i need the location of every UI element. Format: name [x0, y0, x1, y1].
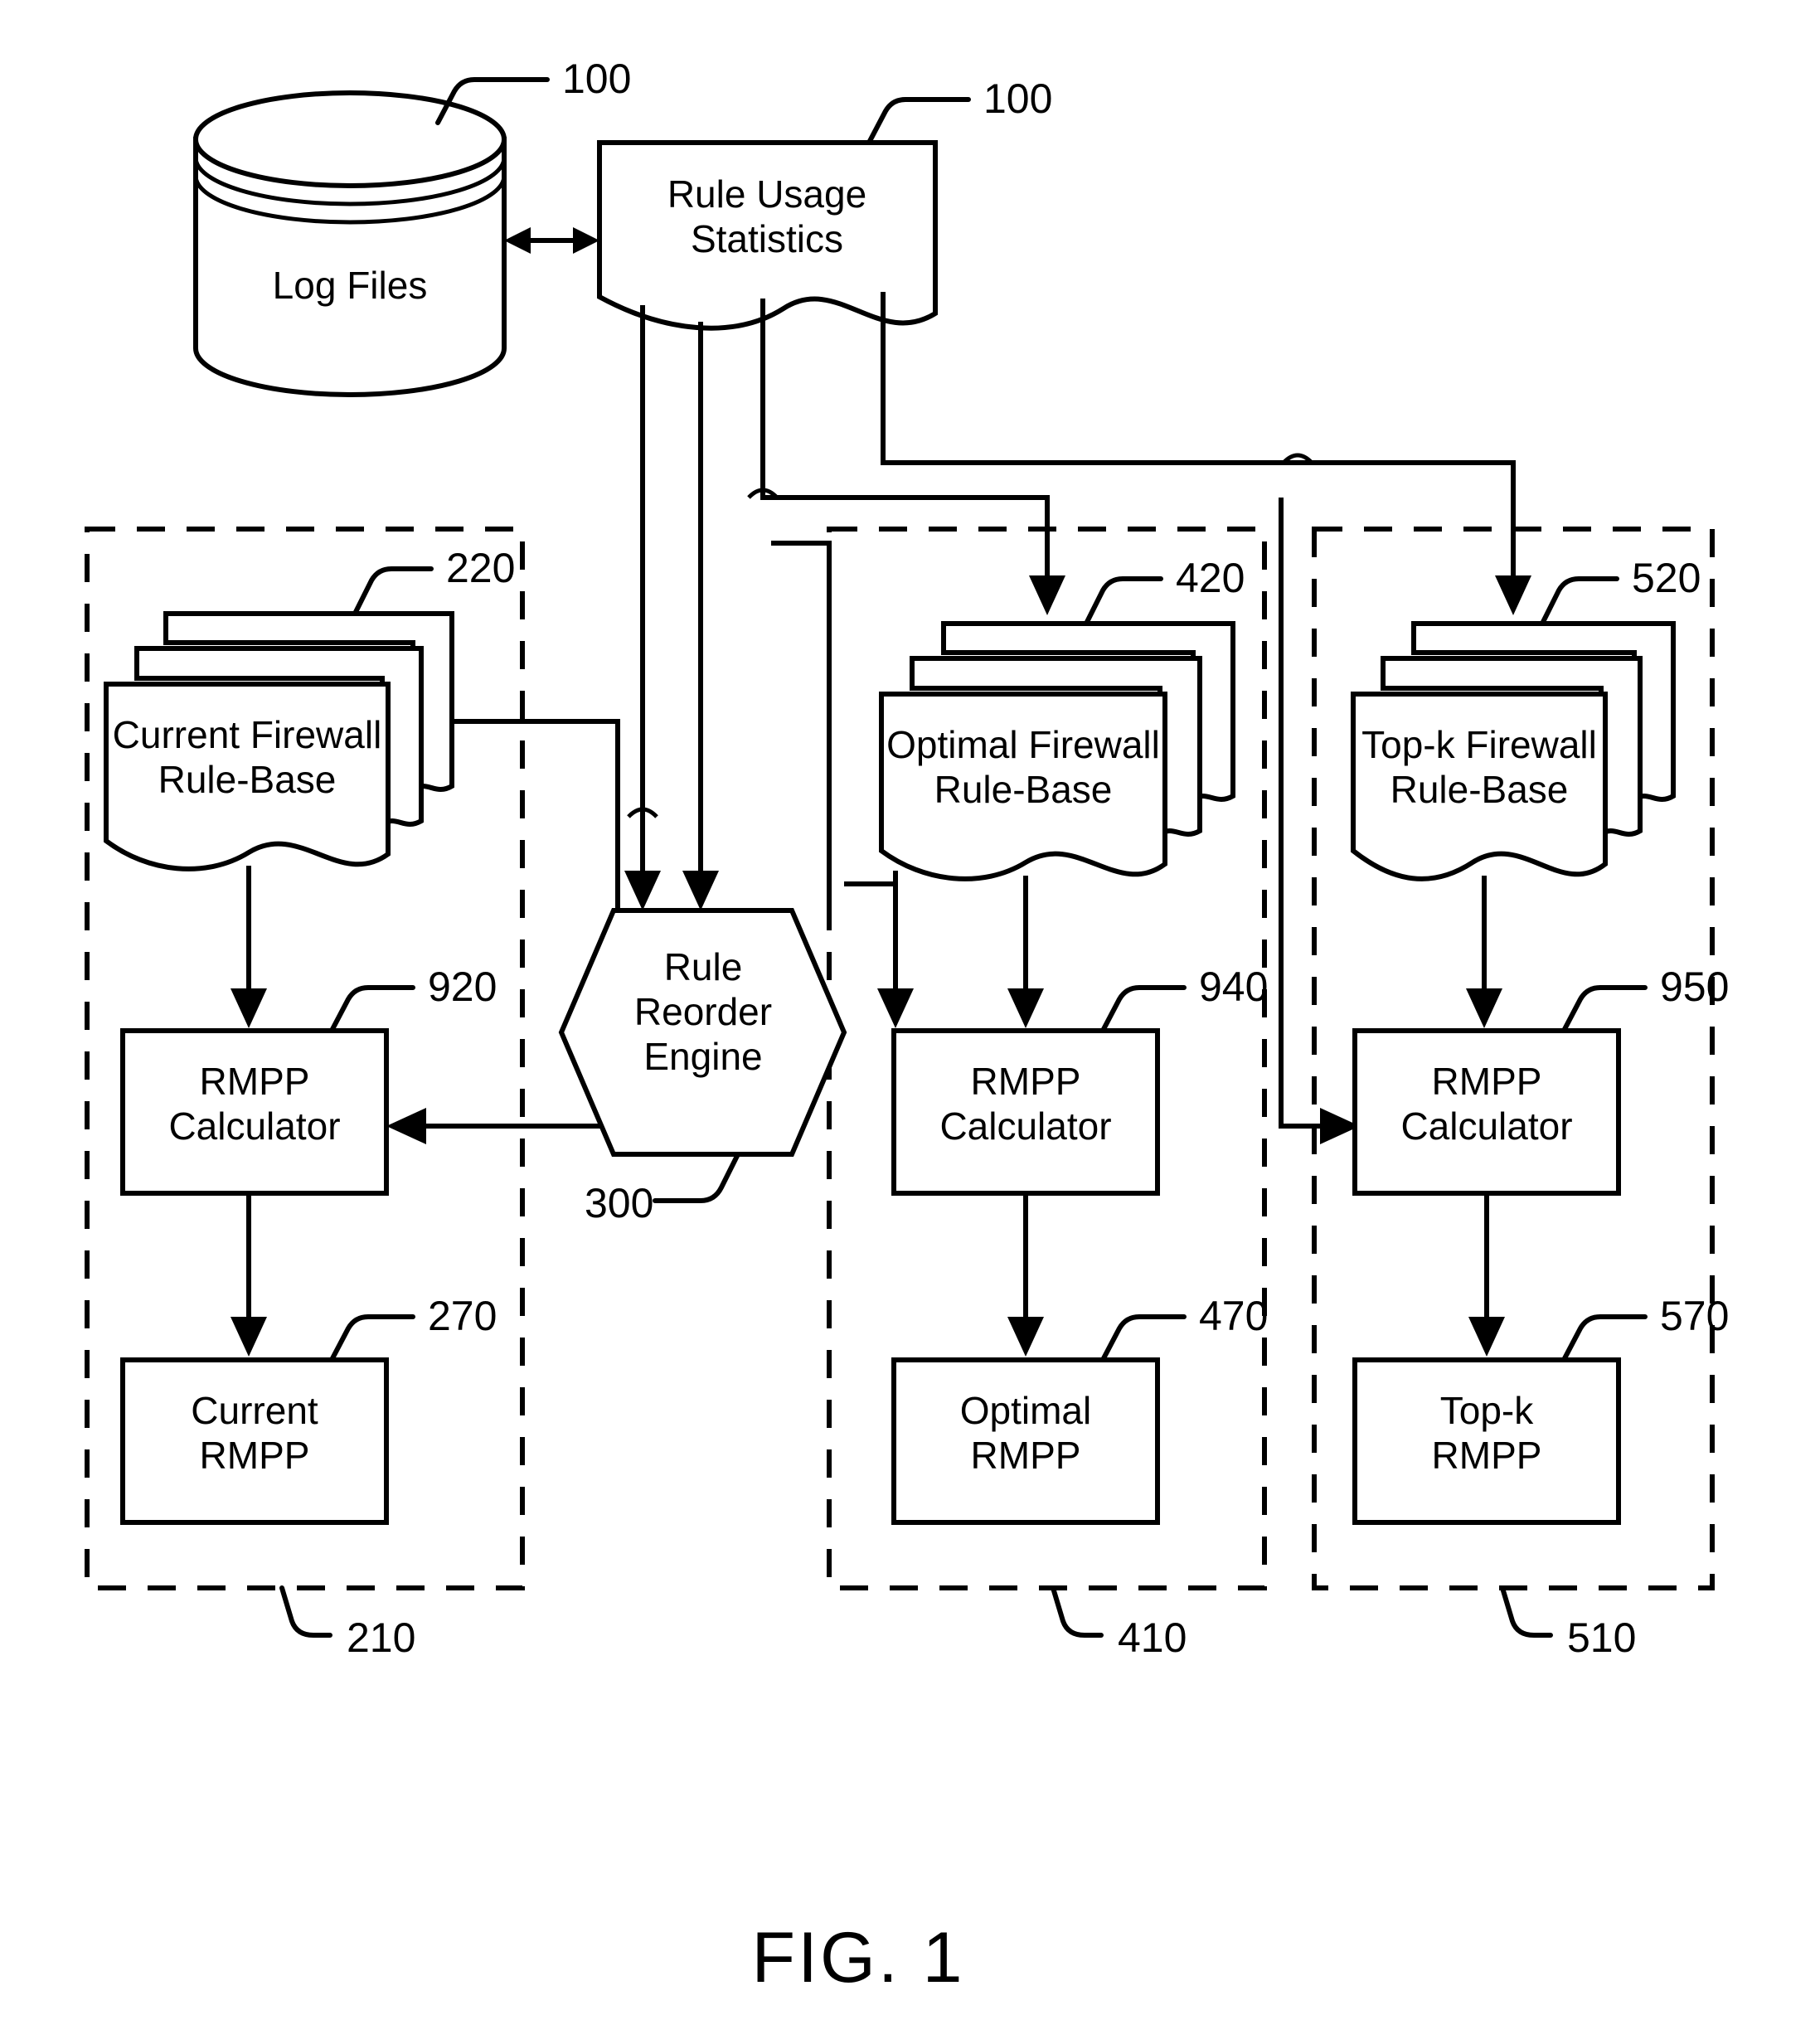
ref-570: 570 — [1660, 1293, 1729, 1339]
leader-line-510 — [1500, 1585, 1553, 1638]
wire-bus-to-topk-calc — [1279, 498, 1328, 1129]
optimal-firewall-rule-base-label-line1: Optimal Firewall — [886, 723, 1160, 766]
topk-firewall-rule-base-label-line1: Top-k Firewall — [1361, 723, 1597, 766]
log-files-label: Log Files — [273, 264, 428, 307]
optimal-firewall-rule-base-node: Optimal Firewall Rule-Base — [879, 621, 1235, 881]
ref-950: 950 — [1660, 964, 1729, 1010]
topk-firewall-rule-base-label-line2: Rule-Base — [1390, 768, 1569, 811]
optimal-rmpp-result-label-line2: RMPP — [971, 1434, 1081, 1477]
wire-stats-to-topk-rulebase — [881, 292, 1516, 580]
ref-300: 300 — [585, 1180, 653, 1226]
ref-210: 210 — [347, 1614, 415, 1661]
optimal-rmpp-result-label-line1: Optimal — [960, 1389, 1091, 1432]
leader-line-920 — [329, 985, 415, 1033]
ref-920: 920 — [428, 964, 497, 1010]
current-firewall-rule-base-label-line2: Rule-Base — [158, 758, 337, 801]
topk-rmpp-result-label-line1: Top-k — [1440, 1389, 1534, 1432]
log-files-node: Log Files — [193, 90, 507, 397]
optimal-rmpp-calculator-label-line2: Calculator — [939, 1105, 1111, 1148]
ref-420: 420 — [1176, 555, 1245, 601]
wire-current-rulebase-to-reorder — [452, 719, 620, 817]
leader-line-210 — [279, 1585, 332, 1638]
wire-optimal-rulebase-to-reorder — [771, 541, 832, 910]
ref-270: 270 — [428, 1293, 497, 1339]
current-rmpp-result-label-line1: Current — [191, 1389, 318, 1432]
optimal-firewall-rule-base-label-line2: Rule-Base — [934, 768, 1113, 811]
leader-line-410 — [1051, 1585, 1104, 1638]
leader-line-rule-usage-statistics — [866, 97, 971, 145]
optimal-rmpp-calculator-node: RMPP Calculator — [891, 1028, 1160, 1196]
ref-100-rule-usage-statistics: 100 — [983, 75, 1052, 122]
current-rmpp-result-label-line2: RMPP — [200, 1434, 310, 1477]
leader-line-300 — [653, 1152, 740, 1203]
ref-220: 220 — [446, 545, 515, 591]
patent-figure: Log Files 100 Rule Usage Statistics 100 … — [0, 0, 1820, 2044]
topk-firewall-rule-base-node: Top-k Firewall Rule-Base — [1351, 621, 1676, 881]
leader-line-520 — [1540, 576, 1619, 626]
topk-rmpp-result-label-line2: RMPP — [1432, 1434, 1542, 1477]
current-firewall-rule-base-label-line1: Current Firewall — [113, 713, 382, 756]
topk-rmpp-calculator-label-line2: Calculator — [1400, 1105, 1572, 1148]
leader-line-940 — [1100, 985, 1187, 1033]
leader-line-950 — [1561, 985, 1648, 1033]
topk-rmpp-calculator-label-line1: RMPP — [1432, 1060, 1542, 1103]
current-rmpp-result-node: Current RMPP — [120, 1357, 389, 1525]
ref-410: 410 — [1118, 1614, 1187, 1661]
topk-rmpp-result-node: Top-k RMPP — [1352, 1357, 1621, 1525]
leader-line-270 — [329, 1314, 415, 1362]
arrow-logfiles-to-statistics — [504, 227, 599, 254]
ref-510: 510 — [1567, 1614, 1636, 1661]
rule-usage-statistics-label-line1: Rule Usage — [667, 172, 866, 216]
current-firewall-rule-base-node: Current Firewall Rule-Base — [104, 611, 454, 871]
rule-reorder-engine-label-line2: Reorder — [634, 990, 772, 1033]
current-rmpp-calculator-label-line1: RMPP — [200, 1060, 310, 1103]
rule-reorder-engine-node: Rule Reorder Engine — [558, 908, 847, 1157]
leader-line-220 — [352, 566, 434, 616]
ref-520: 520 — [1632, 555, 1701, 601]
current-rmpp-calculator-label-line2: Calculator — [168, 1105, 340, 1148]
ref-470: 470 — [1199, 1293, 1268, 1339]
current-rmpp-calculator-node: RMPP Calculator — [120, 1028, 389, 1196]
ref-100-log-files: 100 — [562, 56, 631, 102]
wire-reorder-to-optimal-calc — [844, 881, 898, 995]
rule-reorder-engine-label-line3: Engine — [643, 1035, 762, 1078]
wire-stats-to-optimal-rulebase — [760, 299, 1050, 580]
leader-line-570 — [1561, 1314, 1648, 1362]
ref-940: 940 — [1199, 964, 1268, 1010]
rule-reorder-engine-label-line1: Rule — [664, 945, 743, 988]
optimal-rmpp-result-node: Optimal RMPP — [891, 1357, 1160, 1525]
leader-line-420 — [1084, 576, 1163, 626]
optimal-rmpp-calculator-label-line1: RMPP — [971, 1060, 1081, 1103]
figure-caption: FIG. 1 — [752, 1918, 965, 1998]
rule-usage-statistics-label-line2: Statistics — [691, 217, 843, 260]
topk-rmpp-calculator-node: RMPP Calculator — [1352, 1028, 1621, 1196]
leader-line-470 — [1100, 1314, 1187, 1362]
